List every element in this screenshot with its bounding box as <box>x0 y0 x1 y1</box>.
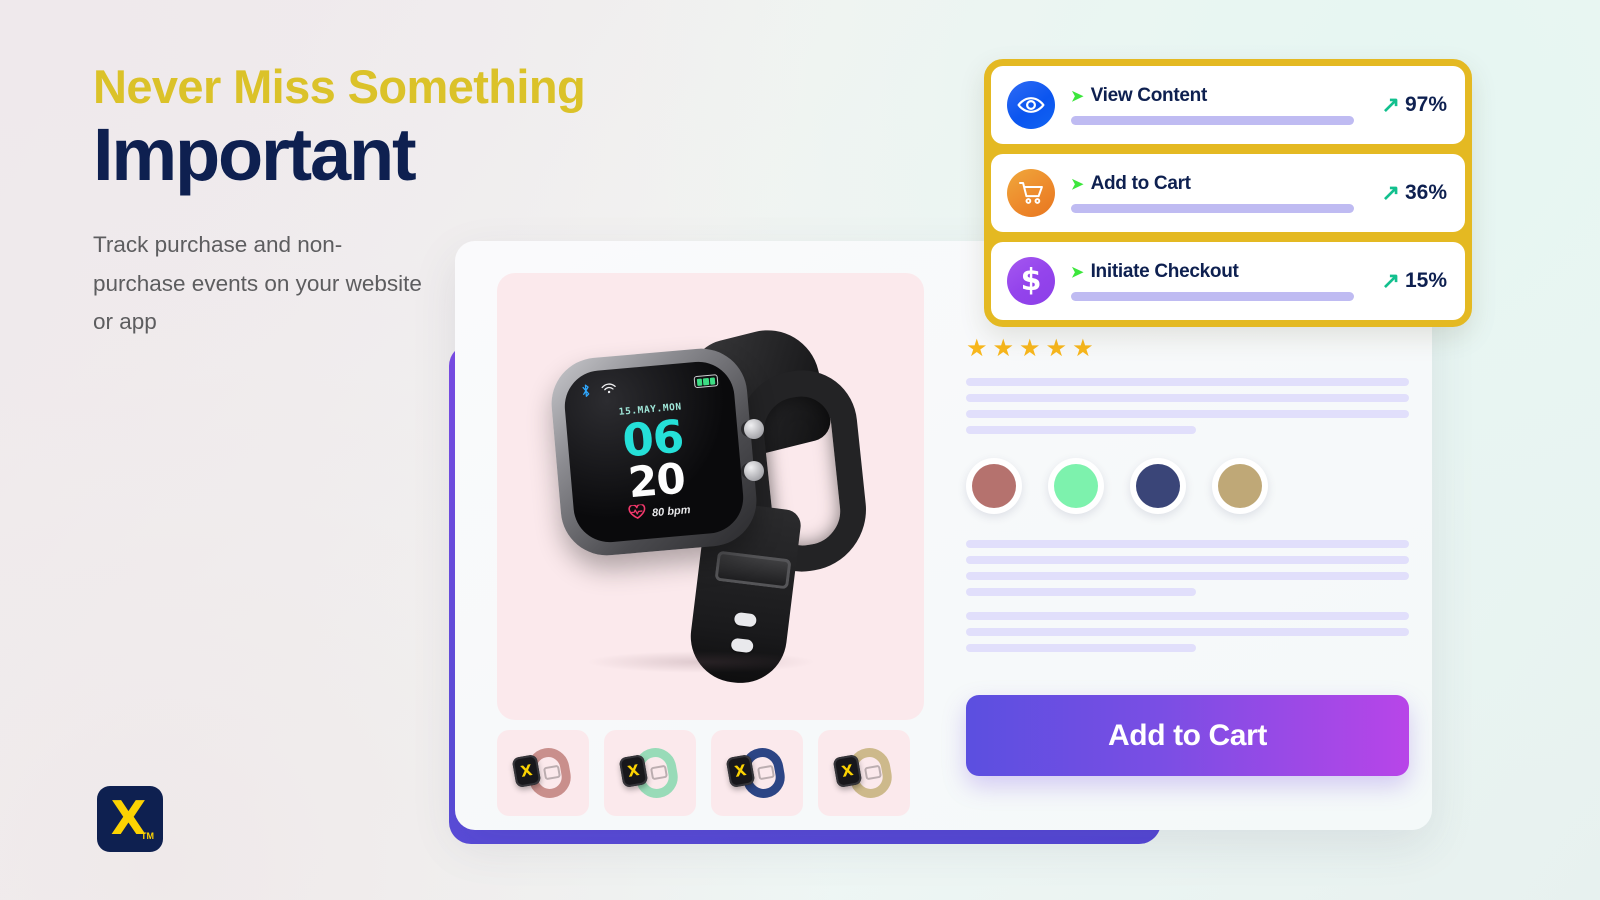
hero-kicker: Never Miss Something <box>93 60 586 113</box>
metric-body: ➤ Add to Cart <box>1071 173 1382 213</box>
color-swatch-group <box>966 458 1409 514</box>
eye-icon <box>1007 81 1055 129</box>
star-icon: ★ <box>992 335 1015 362</box>
color-swatch-navy[interactable] <box>1130 458 1186 514</box>
metric-card-add-to-cart[interactable]: ➤ Add to Cart ↗ 36% <box>991 154 1465 232</box>
thumbnail-mint[interactable]: X <box>604 730 696 816</box>
thumb-face: X <box>618 754 649 788</box>
placeholder-line <box>966 644 1197 652</box>
color-swatch-khaki[interactable] <box>1212 458 1268 514</box>
watch-status-bar <box>580 372 719 400</box>
color-swatch-rose[interactable] <box>966 458 1022 514</box>
thumb-face: X <box>511 754 542 788</box>
watch-shadow <box>585 650 816 673</box>
metric-label-row: ➤ View Content <box>1071 85 1382 107</box>
star-icon: ★ <box>966 335 988 362</box>
thumb-buckle <box>863 764 883 781</box>
thumb-buckle <box>756 764 776 781</box>
thumb-logo-icon: X <box>519 760 534 781</box>
thumb-face: X <box>725 754 756 788</box>
add-to-cart-button[interactable]: Add to Cart <box>966 695 1409 776</box>
chevron-right-icon: ➤ <box>1071 175 1084 193</box>
trademark-label: TM <box>141 831 154 841</box>
thumb-logo-icon: X <box>626 760 641 781</box>
metric-progress-bar <box>1071 292 1354 301</box>
thumb-logo-icon: X <box>733 760 748 781</box>
thumbnail-strip: X X X X <box>497 730 910 816</box>
star-icon: ★ <box>1072 335 1094 362</box>
metric-body: ➤ Initiate Checkout <box>1071 261 1382 301</box>
trend-up-icon: ↗ <box>1381 268 1400 293</box>
metric-value: 97% <box>1404 93 1447 116</box>
hero-subtitle: Track purchase and non-purchase events o… <box>93 231 422 335</box>
metric-label: Add to Cart <box>1090 173 1191 194</box>
placeholder-line <box>966 410 1409 418</box>
events-metrics-panel: ➤ View Content ↗ 97% ➤ Add to Cart ↗ 36%… <box>984 59 1472 327</box>
metric-progress-bar <box>1071 204 1354 213</box>
heart-rate-icon <box>627 503 647 523</box>
trend-up-icon: ↗ <box>1381 92 1400 117</box>
wifi-icon <box>600 382 616 397</box>
watch-side-button[interactable] <box>743 460 764 481</box>
metric-progress-bar <box>1071 116 1354 125</box>
product-panel: 15.MAY.MON 06 20 80 bpm X X X X ★ ★ ★ ★ … <box>455 241 1432 830</box>
metric-value: 36% <box>1404 181 1447 204</box>
placeholder-line <box>966 378 1409 386</box>
chevron-right-icon: ➤ <box>1071 263 1084 281</box>
dollar-icon: $ <box>1007 257 1055 305</box>
placeholder-line <box>966 556 1409 564</box>
star-icon: ★ <box>1045 335 1068 362</box>
placeholder-line <box>966 612 1409 620</box>
product-detail-column: ★ ★ ★ ★ ★ <box>966 337 1409 660</box>
watch-screen: 15.MAY.MON 06 20 80 bpm <box>561 358 746 545</box>
metric-value: 15% <box>1404 269 1447 292</box>
description-placeholder-middle <box>966 540 1409 596</box>
star-icon: ★ <box>1019 335 1041 362</box>
metric-label-row: ➤ Initiate Checkout <box>1071 261 1382 283</box>
chevron-right-icon: ➤ <box>1071 87 1084 105</box>
thumbnail-rose[interactable]: X <box>497 730 589 816</box>
product-image[interactable]: 15.MAY.MON 06 20 80 bpm <box>497 273 924 720</box>
metric-card-view-content[interactable]: ➤ View Content ↗ 97% <box>991 66 1465 144</box>
description-placeholder-bottom <box>966 612 1409 652</box>
placeholder-line <box>966 394 1409 402</box>
thumb-buckle <box>649 764 669 781</box>
description-placeholder-top <box>966 378 1409 434</box>
thumbnail-khaki[interactable]: X <box>818 730 910 816</box>
placeholder-line <box>966 628 1409 636</box>
smartwatch-illustration: 15.MAY.MON 06 20 80 bpm <box>546 318 876 688</box>
watch-crown-button[interactable] <box>743 418 764 439</box>
page-title: Important <box>93 112 417 196</box>
metric-value-row: ↗ 97% <box>1382 93 1451 117</box>
metric-value-row: ↗ 36% <box>1382 181 1451 205</box>
placeholder-line <box>966 426 1197 434</box>
metric-label-row: ➤ Add to Cart <box>1071 173 1382 195</box>
metric-label: View Content <box>1090 85 1208 106</box>
shopping-cart-icon <box>1007 169 1055 217</box>
metric-value-row: ↗ 15% <box>1382 269 1451 293</box>
dollar-glyph: $ <box>1020 263 1042 298</box>
battery-icon <box>693 373 719 388</box>
heart-rate-value: 80 bpm <box>651 503 691 519</box>
thumb-logo-icon: X <box>840 760 855 781</box>
placeholder-line <box>966 572 1409 580</box>
placeholder-line <box>966 588 1197 596</box>
thumbnail-navy[interactable]: X <box>711 730 803 816</box>
metric-label: Initiate Checkout <box>1090 261 1239 282</box>
rating-stars: ★ ★ ★ ★ ★ <box>966 337 1409 361</box>
color-swatch-mint[interactable] <box>1048 458 1104 514</box>
watch-case: 15.MAY.MON 06 20 80 bpm <box>547 344 760 559</box>
poster-canvas: Never Miss Something Important Track pur… <box>0 0 1600 900</box>
placeholder-line <box>966 540 1409 548</box>
brand-logo: X TM <box>97 786 163 852</box>
trend-up-icon: ↗ <box>1381 180 1400 205</box>
bluetooth-icon <box>580 383 590 400</box>
thumb-face: X <box>832 754 863 788</box>
metric-card-initiate-checkout[interactable]: $ ➤ Initiate Checkout ↗ 15% <box>991 242 1465 320</box>
thumb-buckle <box>542 764 562 781</box>
metric-body: ➤ View Content <box>1071 85 1382 125</box>
